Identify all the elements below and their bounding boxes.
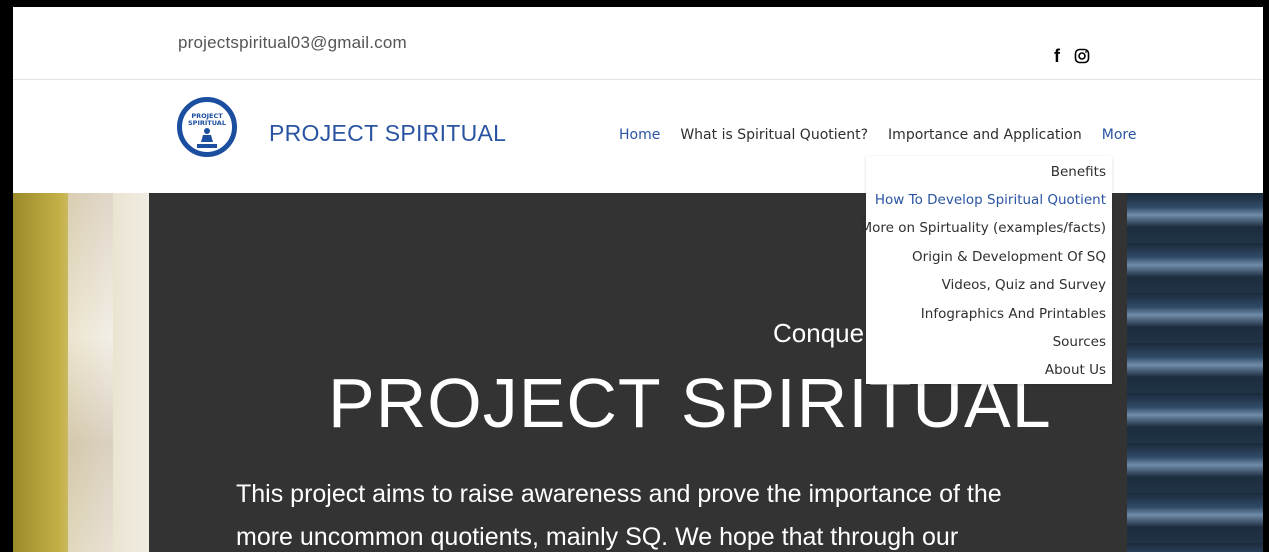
menu-item-sources[interactable]: Sources (1053, 334, 1106, 350)
main-nav: Home What is Spiritual Quotient? Importa… (619, 127, 1136, 143)
nav-what-is-sq[interactable]: What is Spiritual Quotient? (680, 127, 868, 143)
nav-importance[interactable]: Importance and Application (888, 127, 1082, 143)
hero-left-image (13, 193, 149, 552)
menu-item-infographics[interactable]: Infographics And Printables (921, 306, 1106, 322)
hero-right-image (1127, 193, 1263, 552)
nav-home[interactable]: Home (619, 127, 660, 143)
contact-email[interactable]: projectspiritual03@gmail.com (178, 33, 407, 53)
browser-viewport: projectspiritual03@gmail.com f PROJECT S… (13, 7, 1263, 552)
menu-item-benefits[interactable]: Benefits (1051, 164, 1106, 180)
brand-name[interactable]: PROJECT SPIRITUAL (269, 120, 506, 147)
hero-description: This project aims to raise awareness and… (236, 480, 1002, 551)
meditation-icon (197, 128, 217, 148)
top-bar: projectspiritual03@gmail.com f (13, 7, 1263, 80)
logo[interactable]: PROJECT SPIRITUAL (177, 97, 237, 157)
hero-subtitle: Conque (773, 318, 865, 348)
logo-text-line2: SPIRITUAL (188, 119, 226, 127)
menu-item-origin[interactable]: Origin & Development Of SQ (912, 249, 1106, 265)
menu-item-videos[interactable]: Videos, Quiz and Survey (942, 277, 1106, 293)
menu-item-develop-sq[interactable]: How To Develop Spiritual Quotient (875, 192, 1106, 208)
menu-item-more-spirituality[interactable]: More on Spirtuality (examples/facts) (861, 220, 1107, 236)
facebook-icon[interactable]: f (1054, 47, 1060, 65)
menu-item-about-us[interactable]: About Us (1045, 362, 1106, 378)
social-links: f (1054, 47, 1090, 65)
instagram-icon[interactable] (1074, 48, 1090, 64)
nav-more[interactable]: More (1102, 127, 1137, 143)
more-dropdown-menu: Benefits How To Develop Spiritual Quotie… (861, 156, 1112, 384)
